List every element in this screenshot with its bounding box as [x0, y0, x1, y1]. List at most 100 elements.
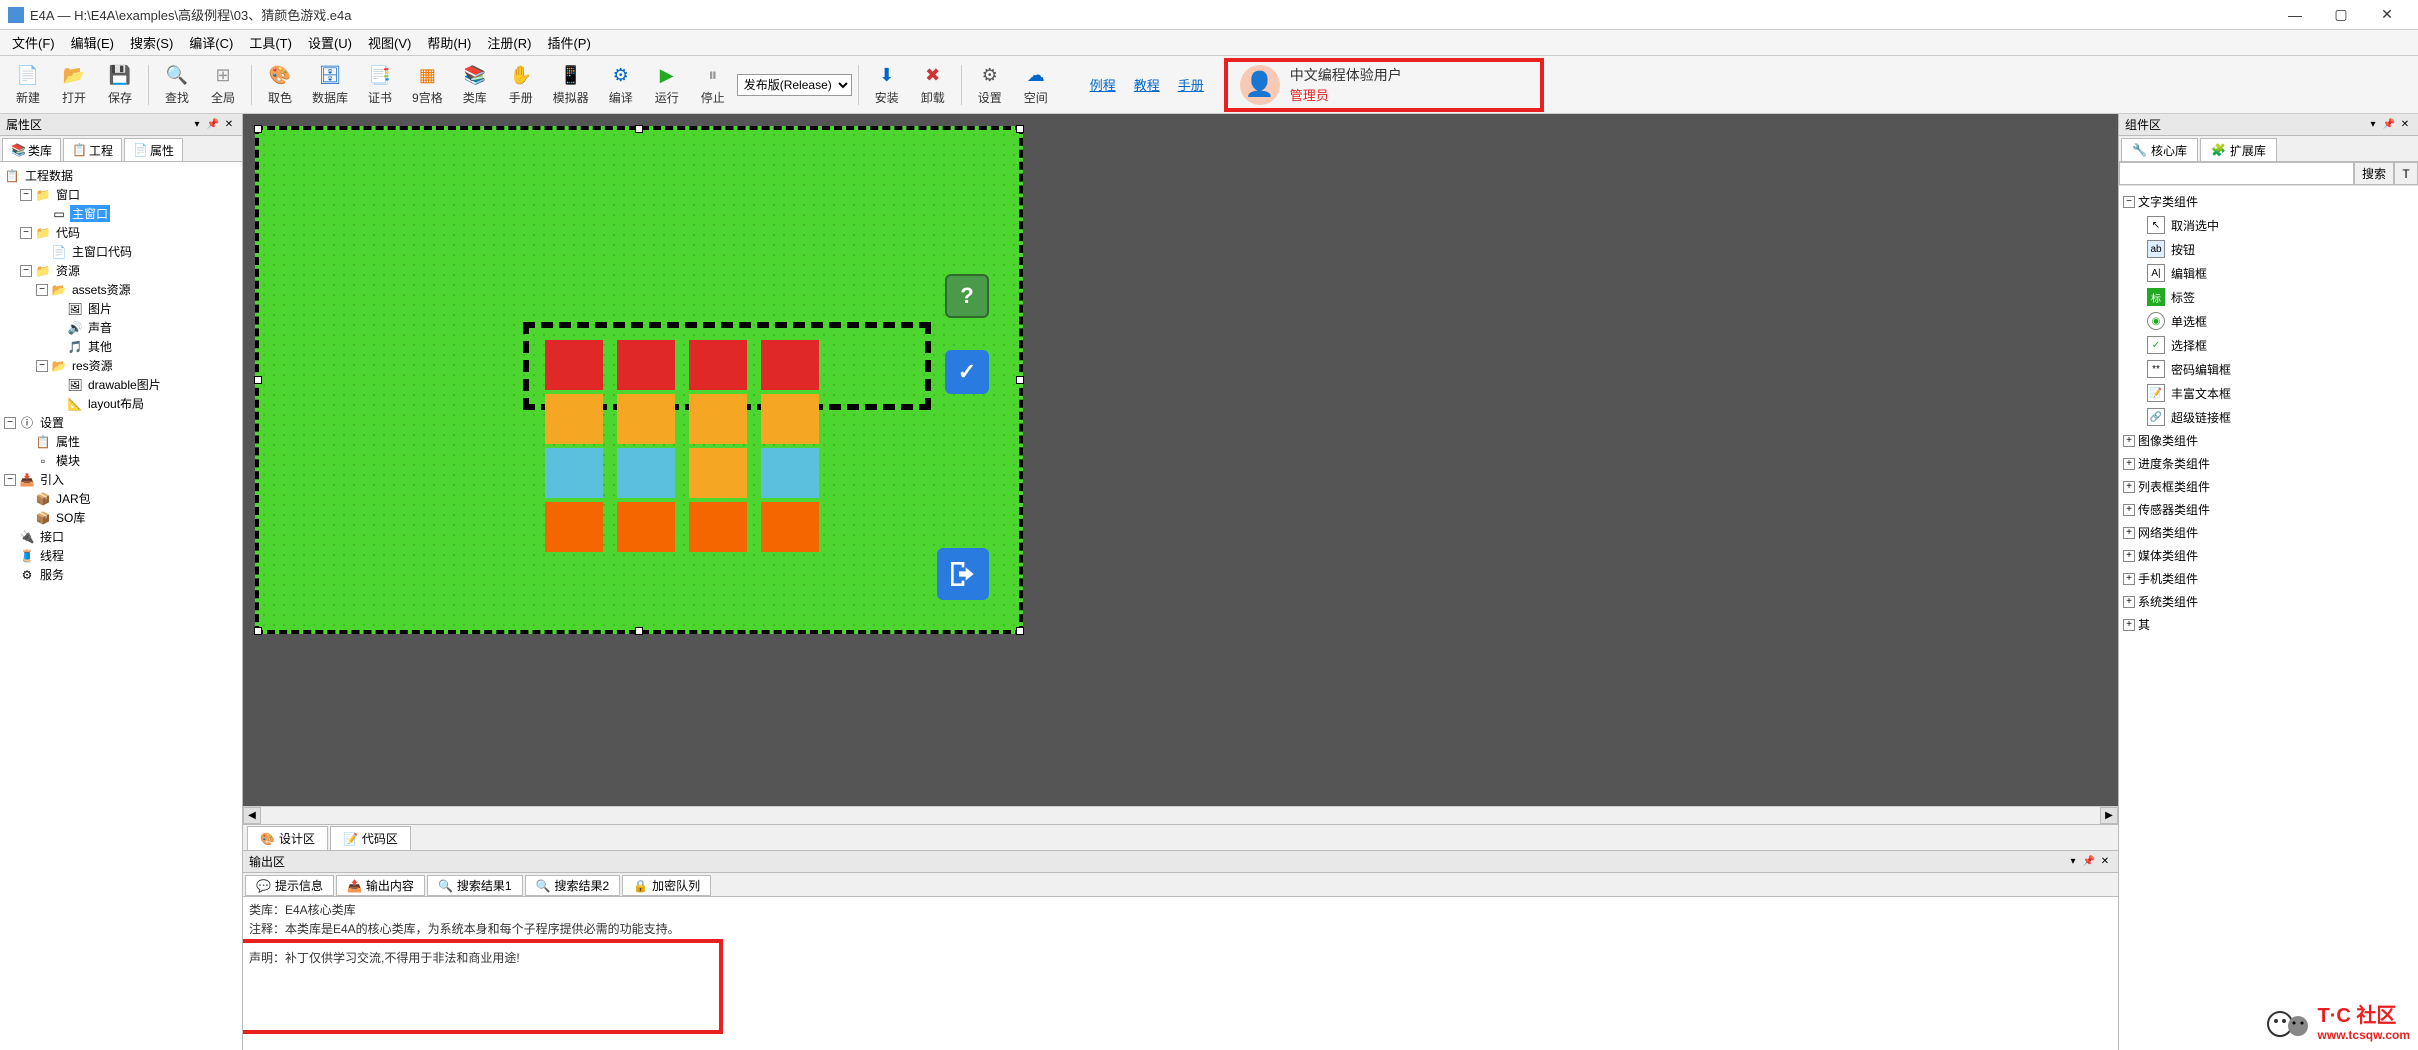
cell[interactable]: [545, 340, 603, 390]
handle-e[interactable]: [1016, 376, 1024, 384]
expand-icon[interactable]: +: [2123, 435, 2135, 447]
collapse-icon[interactable]: −: [20, 189, 32, 201]
tb-new[interactable]: 📄新建: [6, 61, 50, 108]
dropdown-icon[interactable]: ▾: [2066, 855, 2080, 869]
scroll-left-icon[interactable]: ◀: [243, 807, 261, 824]
design-form[interactable]: ? ✓: [255, 126, 1023, 634]
search-button[interactable]: 搜索: [2354, 162, 2394, 185]
tb-cert[interactable]: 📑证书: [358, 61, 402, 108]
cell[interactable]: [689, 448, 747, 498]
cat-list[interactable]: +列表框类组件: [2121, 475, 2416, 498]
filter-button[interactable]: T: [2394, 162, 2418, 185]
cell[interactable]: [617, 448, 675, 498]
tree-resres[interactable]: −📂res资源: [2, 356, 240, 375]
maximize-button[interactable]: ▢: [2318, 1, 2364, 29]
tb-settings[interactable]: ⚙设置: [968, 61, 1012, 108]
cell[interactable]: [761, 340, 819, 390]
tree-res[interactable]: −📁资源: [2, 261, 240, 280]
tb-run[interactable]: ▶运行: [645, 61, 689, 108]
link-manual[interactable]: 手册: [1178, 75, 1204, 94]
tree-assets[interactable]: −📂assets资源: [2, 280, 240, 299]
cell[interactable]: [617, 502, 675, 552]
handle-nw[interactable]: [254, 125, 262, 133]
cell[interactable]: [617, 340, 675, 390]
tree-window[interactable]: −📁窗口: [2, 185, 240, 204]
menu-file[interactable]: 文件(F): [4, 30, 63, 55]
tb-stop[interactable]: ⏸停止: [691, 61, 735, 108]
comp-label[interactable]: 标标签: [2121, 285, 2416, 309]
tab-prop[interactable]: 📄属性: [124, 138, 183, 161]
link-tutorial[interactable]: 教程: [1134, 75, 1160, 94]
tab-info[interactable]: 💬提示信息: [245, 875, 334, 896]
menu-plugin[interactable]: 插件(P): [539, 30, 598, 55]
cat-image[interactable]: +图像类组件: [2121, 429, 2416, 452]
tb-uninstall[interactable]: ✖卸载: [911, 61, 955, 108]
tb-compile[interactable]: ⚙编译: [599, 61, 643, 108]
expand-icon[interactable]: +: [2123, 596, 2135, 608]
link-example[interactable]: 例程: [1090, 75, 1116, 94]
expand-icon[interactable]: +: [2123, 573, 2135, 585]
tb-find[interactable]: 🔍查找: [155, 61, 199, 108]
collapse-icon[interactable]: −: [2123, 196, 2135, 208]
menu-help[interactable]: 帮助(H): [419, 30, 479, 55]
comp-link[interactable]: 🔗超级链接框: [2121, 405, 2416, 429]
tab-out[interactable]: 📤输出内容: [336, 875, 425, 896]
close-icon[interactable]: ✕: [222, 118, 236, 132]
cat-phone[interactable]: +手机类组件: [2121, 567, 2416, 590]
tb-save[interactable]: 💾保存: [98, 61, 142, 108]
tree-jar[interactable]: 📦JAR包: [2, 489, 240, 508]
scroll-track[interactable]: [261, 807, 2100, 824]
exit-button[interactable]: [937, 548, 989, 600]
component-tree[interactable]: −文字类组件 ↖取消选中 ab按钮 A|编辑框 标标签 ◉单选框 ✓选择框 **…: [2119, 186, 2418, 1050]
tree-so[interactable]: 📦SO库: [2, 508, 240, 527]
cell[interactable]: [545, 502, 603, 552]
comp-deselect[interactable]: ↖取消选中: [2121, 213, 2416, 237]
cat-text[interactable]: −文字类组件: [2121, 190, 2416, 213]
check-button[interactable]: ✓: [945, 350, 989, 394]
tree-code[interactable]: −📁代码: [2, 223, 240, 242]
menu-settings[interactable]: 设置(U): [300, 30, 360, 55]
tree-main-code[interactable]: 📄主窗口代码: [2, 242, 240, 261]
help-button[interactable]: ?: [945, 274, 989, 318]
handle-se[interactable]: [1016, 627, 1024, 635]
cell[interactable]: [689, 340, 747, 390]
h-scrollbar[interactable]: ◀ ▶: [243, 806, 2118, 824]
dropdown-icon[interactable]: ▾: [2366, 118, 2380, 132]
menu-compile[interactable]: 编译(C): [181, 30, 241, 55]
tb-space[interactable]: ☁空间: [1014, 61, 1058, 108]
menu-search[interactable]: 搜索(S): [122, 30, 181, 55]
cat-sensor[interactable]: +传感器类组件: [2121, 498, 2416, 521]
handle-ne[interactable]: [1016, 125, 1024, 133]
tree-drawable[interactable]: 🖼drawable图片: [2, 375, 240, 394]
tree-prop[interactable]: 📋属性: [2, 432, 240, 451]
tb-install[interactable]: ⬇安装: [865, 61, 909, 108]
cat-sys[interactable]: +系统类组件: [2121, 590, 2416, 613]
comp-edit[interactable]: A|编辑框: [2121, 261, 2416, 285]
handle-w[interactable]: [254, 376, 262, 384]
cat-other[interactable]: +其: [2121, 613, 2416, 636]
tb-full[interactable]: ⊞全局: [201, 61, 245, 108]
menu-register[interactable]: 注册(R): [479, 30, 539, 55]
cell[interactable]: [761, 502, 819, 552]
tb-db[interactable]: 🗄数据库: [304, 61, 356, 108]
project-tree[interactable]: 📋工程数据 −📁窗口 ▭主窗口 −📁代码 📄主窗口代码 −📁资源 −📂asset…: [0, 162, 242, 1050]
tree-root[interactable]: 📋工程数据: [2, 166, 240, 185]
menu-tools[interactable]: 工具(T): [241, 30, 300, 55]
comp-radio[interactable]: ◉单选框: [2121, 309, 2416, 333]
tree-main-window[interactable]: ▭主窗口: [2, 204, 240, 223]
tb-man[interactable]: ✋手册: [499, 61, 543, 108]
comp-rich[interactable]: 📝丰富文本框: [2121, 381, 2416, 405]
cat-progress[interactable]: +进度条类组件: [2121, 452, 2416, 475]
tb-open[interactable]: 📂打开: [52, 61, 96, 108]
release-combo[interactable]: 发布版(Release): [737, 74, 852, 96]
collapse-icon[interactable]: −: [36, 284, 48, 296]
cell[interactable]: [761, 448, 819, 498]
collapse-icon[interactable]: −: [36, 360, 48, 372]
pin-icon[interactable]: 📌: [206, 118, 220, 132]
tab-proj[interactable]: 📋工程: [63, 138, 122, 161]
cell[interactable]: [761, 394, 819, 444]
expand-icon[interactable]: +: [2123, 481, 2135, 493]
tree-import[interactable]: −📥引入: [2, 470, 240, 489]
cat-net[interactable]: +网络类组件: [2121, 521, 2416, 544]
expand-icon[interactable]: +: [2123, 458, 2135, 470]
